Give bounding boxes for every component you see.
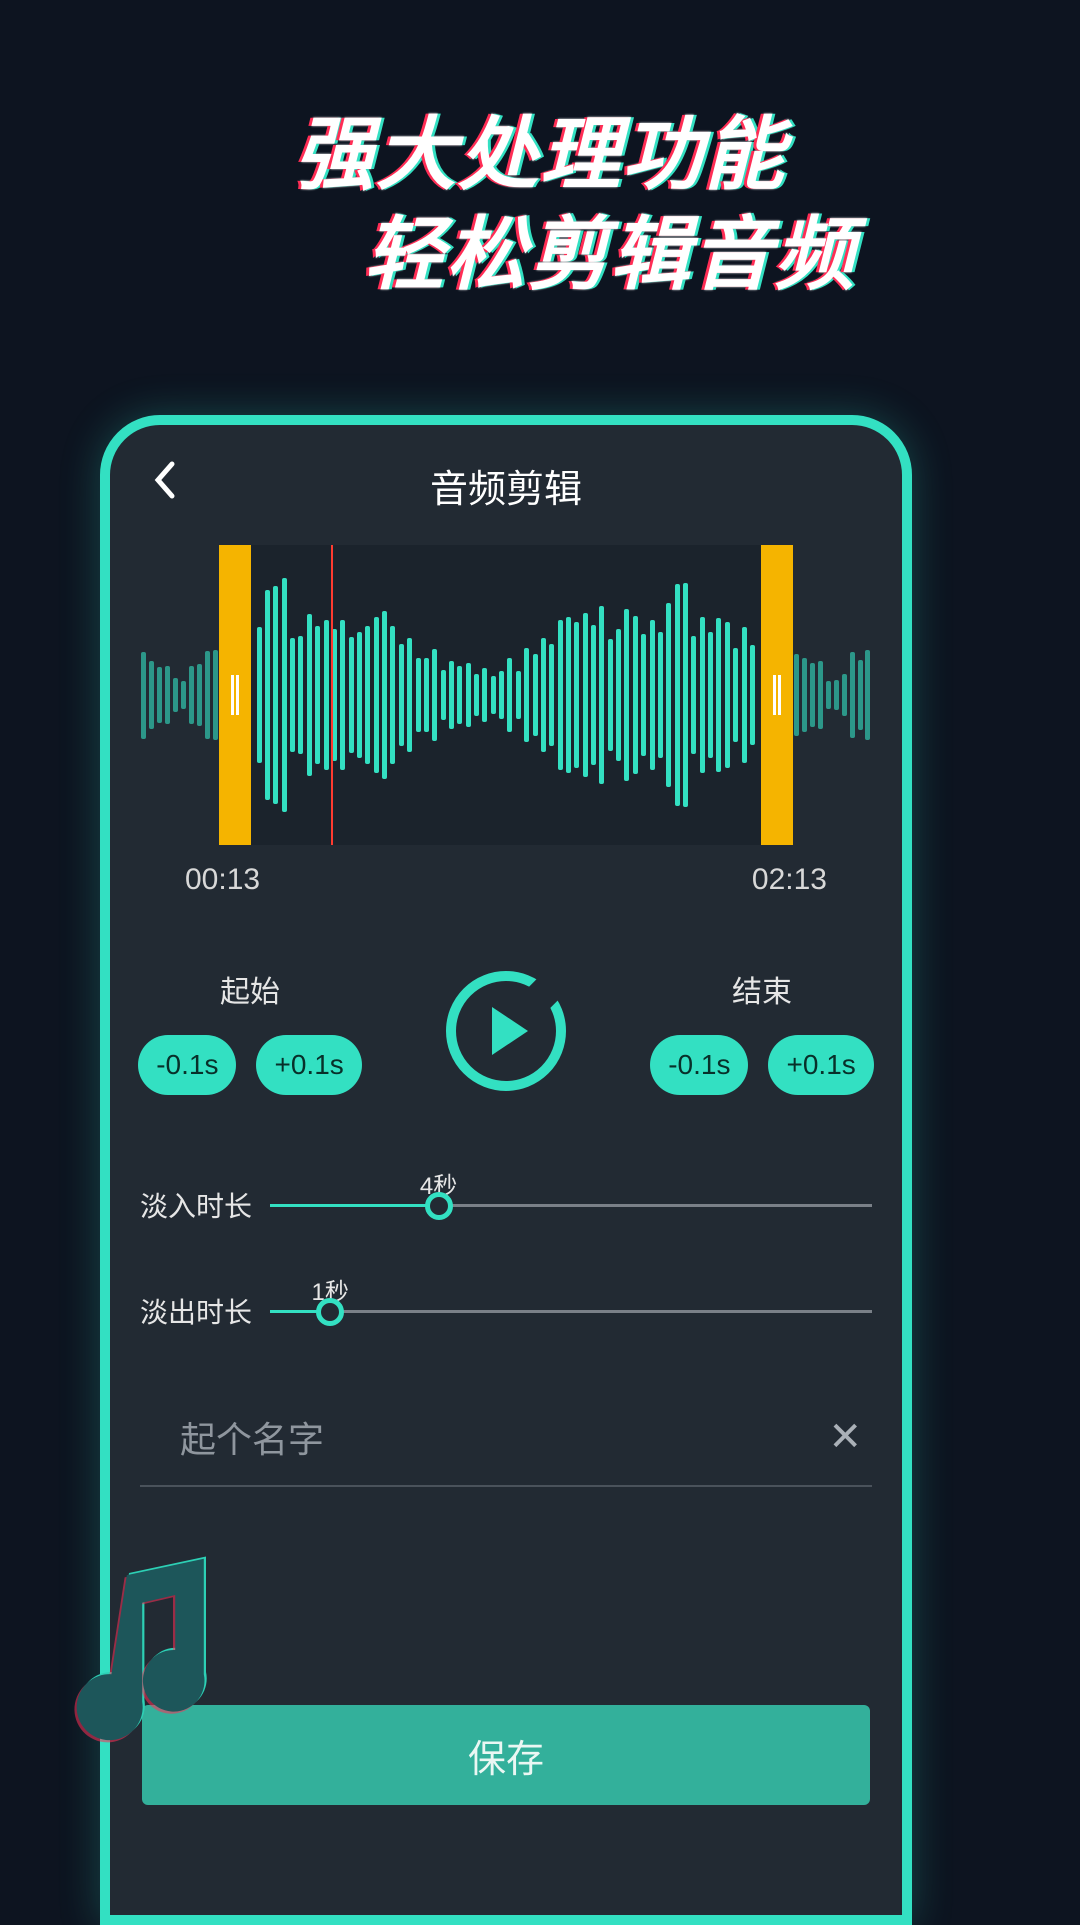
hero: 强大处理功能 轻松剪辑音频 (0, 0, 1080, 305)
end-time: 02:13 (752, 863, 827, 897)
play-button[interactable] (446, 971, 566, 1091)
fade-in-track[interactable]: 4秒 (270, 1204, 872, 1207)
fade-in-thumb[interactable] (425, 1192, 453, 1220)
name-input[interactable]: 起个名字 (140, 1411, 818, 1463)
waveform-right-overflow (793, 545, 872, 845)
fade-in-slider[interactable]: 淡入时长 4秒 (140, 1185, 872, 1225)
fade-out-track[interactable]: 1秒 (270, 1310, 872, 1313)
time-labels: 00:13 02:13 (185, 863, 827, 897)
start-minus-button[interactable]: -0.1s (138, 1035, 236, 1095)
fade-sliders: 淡入时长 4秒 淡出时长 1秒 (140, 1185, 872, 1331)
waveform-left-overflow (140, 545, 219, 845)
music-note-icon (30, 1540, 250, 1760)
fade-out-slider[interactable]: 淡出时长 1秒 (140, 1291, 872, 1331)
fade-out-label: 淡出时长 (140, 1291, 270, 1331)
fade-in-label: 淡入时长 (140, 1185, 270, 1225)
topbar: 音频剪辑 (130, 425, 882, 545)
page-title: 音频剪辑 (130, 458, 882, 513)
end-label: 结束 (652, 967, 872, 1011)
hero-line2: 轻松剪辑音频 (140, 205, 1080, 305)
hero-line1: 强大处理功能 (0, 105, 1080, 205)
play-icon (492, 1007, 528, 1055)
playhead[interactable] (331, 545, 333, 845)
trim-handle-right[interactable] (761, 545, 793, 845)
trim-handle-left[interactable] (219, 545, 251, 845)
clear-icon[interactable]: ✕ (818, 1414, 872, 1460)
start-label: 起始 (140, 967, 360, 1011)
start-plus-button[interactable]: +0.1s (256, 1035, 361, 1095)
name-input-row: 起个名字 ✕ (140, 1411, 872, 1487)
end-minus-button[interactable]: -0.1s (650, 1035, 748, 1095)
waveform-selection[interactable] (251, 545, 761, 845)
end-plus-button[interactable]: +0.1s (768, 1035, 873, 1095)
trim-controls: 起始 -0.1s +0.1s 结束 -0.1s +0.1s (140, 967, 872, 1095)
waveform-area[interactable] (140, 545, 872, 845)
start-time: 00:13 (185, 863, 260, 897)
start-controls: 起始 -0.1s +0.1s (140, 967, 360, 1095)
back-icon[interactable] (152, 460, 176, 511)
save-button[interactable]: 保存 (142, 1705, 870, 1805)
end-controls: 结束 -0.1s +0.1s (652, 967, 872, 1095)
fade-out-thumb[interactable] (316, 1298, 344, 1326)
